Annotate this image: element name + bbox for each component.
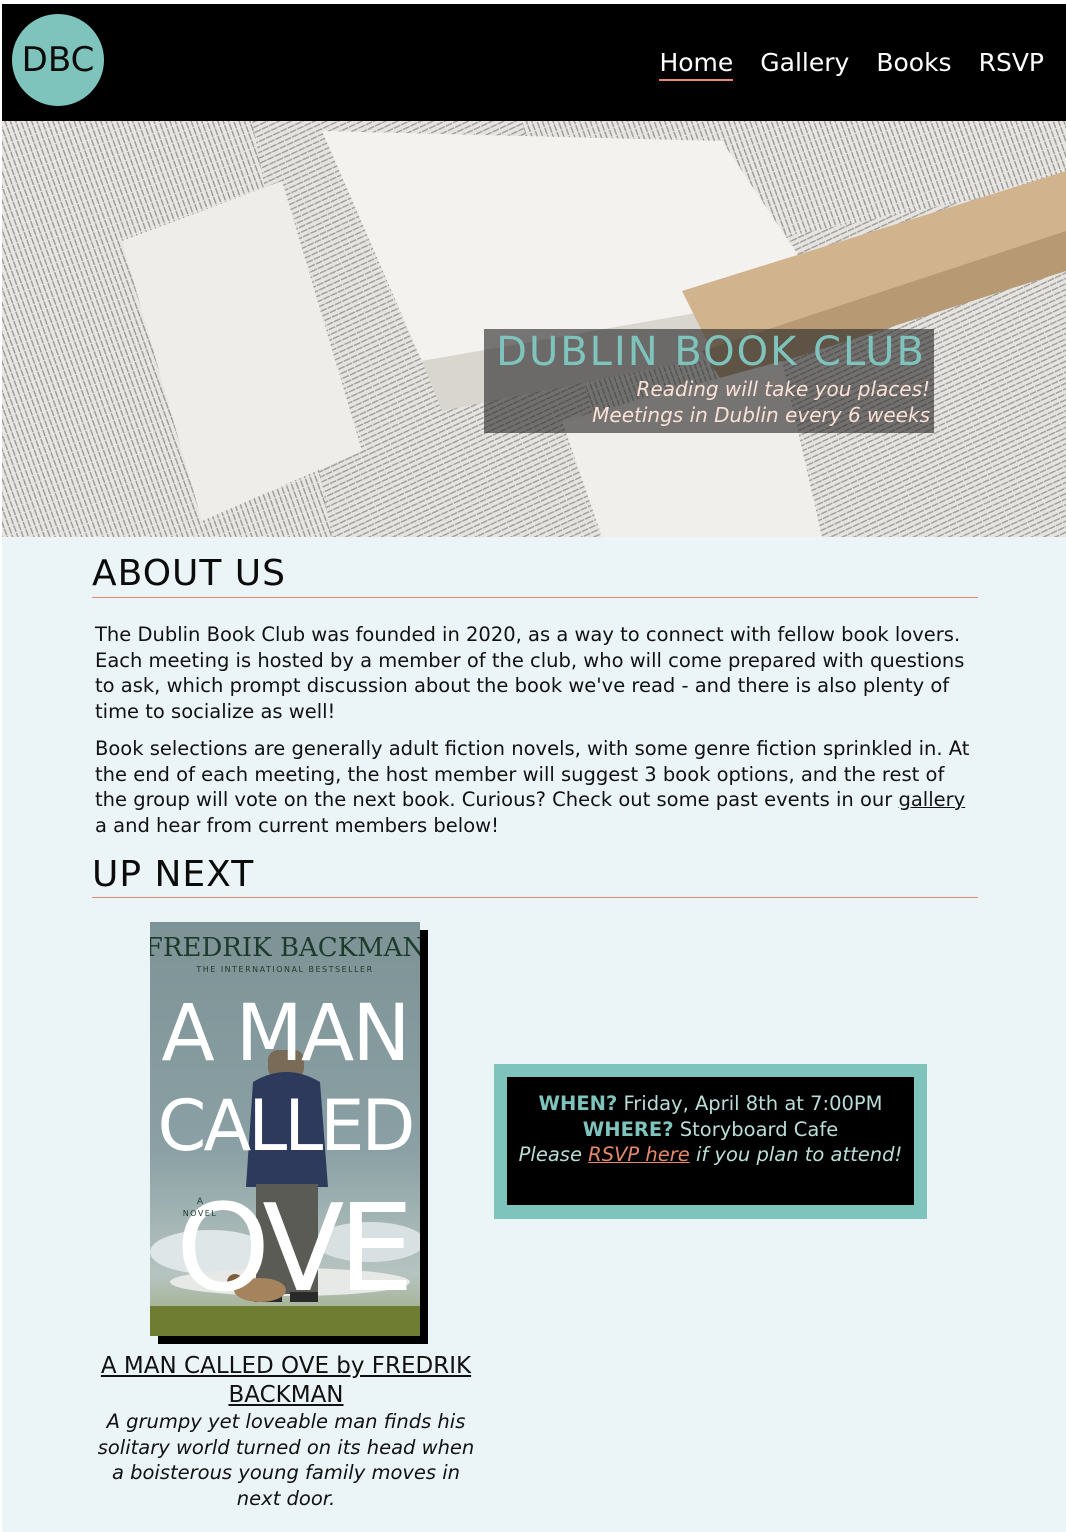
nav-link-rsvp[interactable]: RSVP <box>979 48 1044 81</box>
about-paragraph-2-text: Book selections are generally adult fict… <box>95 737 970 811</box>
book-cover[interactable]: FREDRIK BACKMAN THE INTERNATIONAL BESTSE… <box>150 922 420 1336</box>
event-note-before: Please <box>518 1143 589 1166</box>
cover-tagline: THE INTERNATIONAL BESTSELLER <box>195 965 373 974</box>
up-next-divider <box>92 897 978 898</box>
nav-link-gallery[interactable]: Gallery <box>760 48 849 81</box>
event-when-value: Friday, April 8th at 7:00PM <box>617 1092 883 1115</box>
nav-links: Home Gallery Books RSVP <box>659 48 1044 81</box>
book-description: A grumpy yet loveable man finds his soli… <box>97 1410 475 1510</box>
event-where-label: WHERE? <box>582 1117 674 1141</box>
gallery-link[interactable]: gallery <box>898 788 965 811</box>
cover-novel-label-b: NOVEL <box>183 1209 218 1218</box>
about-paragraph-2-tail: a and hear from current members below! <box>95 813 499 837</box>
event-when-label: WHEN? <box>538 1092 618 1115</box>
about-paragraph-1: The Dublin Book Club was founded in 2020… <box>95 623 965 723</box>
event-where-value: Storyboard Cafe <box>673 1117 839 1141</box>
hero-tagline: Reading will take you places! <box>636 377 930 401</box>
hero-caption-box: DUBLIN BOOK CLUB Reading will take you p… <box>484 329 934 433</box>
navbar: DBC Home Gallery Books RSVP <box>2 4 1066 121</box>
hero-subtitle: Meetings in Dublin every 6 weeks <box>592 403 930 427</box>
cover-title-line-2: CALLED <box>158 1085 413 1167</box>
event-when: WHEN? Friday, April 8th at 7:00PM <box>507 1091 914 1117</box>
up-next-heading: UP NEXT <box>92 854 255 895</box>
book-title-link[interactable]: A MAN CALLED OVE by FREDRIK BACKMAN <box>92 1352 480 1410</box>
cover-title-line-3: OVE <box>176 1180 408 1319</box>
event-note-after: if you plan to attend! <box>689 1143 903 1166</box>
nav-link-home[interactable]: Home <box>659 48 734 81</box>
event-where: WHERE? Storyboard Cafe <box>507 1117 914 1143</box>
logo-text: DBC <box>21 40 95 80</box>
hero-title: DUBLIN BOOK CLUB <box>496 329 926 375</box>
about-divider <box>92 597 978 598</box>
about-paragraph-2: Book selections are generally adult fict… <box>95 736 975 838</box>
about-heading: ABOUT US <box>92 553 287 594</box>
event-box-inner: WHEN? Friday, April 8th at 7:00PM WHERE?… <box>507 1077 914 1205</box>
rsvp-link[interactable]: RSVP here <box>588 1143 690 1166</box>
event-note: Please RSVP here if you plan to attend! <box>507 1142 914 1168</box>
cover-author: FREDRIK BACKMAN <box>150 933 420 963</box>
hero-banner: DUBLIN BOOK CLUB Reading will take you p… <box>2 121 1066 537</box>
cover-novel-label-a: A <box>197 1197 204 1207</box>
logo[interactable]: DBC <box>12 14 104 106</box>
page: DBC Home Gallery Books RSVP DUBLIN BOOK … <box>2 4 1066 1532</box>
cover-title-line-1: A MAN <box>161 989 408 1079</box>
event-box: WHEN? Friday, April 8th at 7:00PM WHERE?… <box>494 1064 927 1219</box>
nav-link-books[interactable]: Books <box>876 48 951 81</box>
